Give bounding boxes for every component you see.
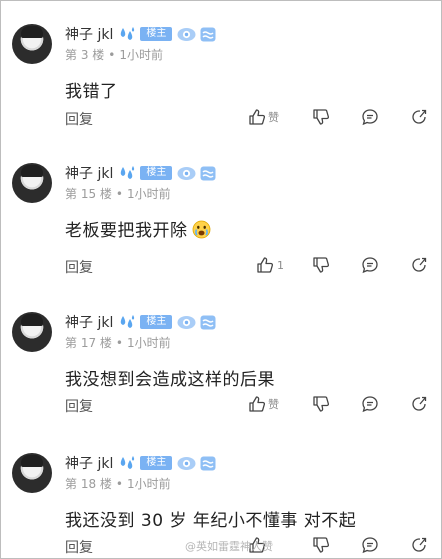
- like-count: 赞: [268, 111, 279, 124]
- share-icon: [412, 396, 427, 411]
- username[interactable]: 神子 jkl: [65, 453, 113, 473]
- wave-badge-icon: [200, 315, 216, 329]
- avatar[interactable]: [12, 453, 52, 493]
- comment-text: 我还没到 30 岁 年纪小不懂事 对不起: [65, 511, 357, 531]
- share-icon: [412, 257, 427, 272]
- water-drops-icon: [121, 166, 135, 179]
- meta-separator: •: [115, 336, 123, 350]
- level-eye-icon: [177, 27, 196, 41]
- level-eye-icon: [177, 315, 196, 329]
- comment-meta: 第 15 楼 • 1小时前: [65, 185, 171, 202]
- comment-icon: [362, 396, 378, 413]
- wave-badge-icon: [200, 27, 216, 41]
- comment-meta: 第 3 楼 • 1小时前: [65, 46, 163, 63]
- comment-meta: 第 17 楼 • 1小时前: [65, 334, 171, 351]
- share-icon: [412, 537, 427, 552]
- timestamp: 1小时前: [119, 48, 163, 62]
- thumbs-up-icon: [249, 109, 266, 125]
- owner-badge: 楼主: [140, 456, 173, 470]
- comment-button[interactable]: [361, 108, 379, 126]
- avatar[interactable]: [12, 24, 52, 64]
- timestamp: 1小时前: [126, 477, 171, 491]
- thumbs-up-icon: [249, 396, 266, 412]
- thumbs-up-icon: [257, 257, 274, 273]
- thumbs-down-icon: [313, 257, 330, 273]
- comment-item: 神子 jkl 楼主 第 15 楼 • 1小时前 老板要把我开除 回复 1: [0, 156, 442, 296]
- comment-text: 我没想到会造成这样的后果: [65, 370, 275, 390]
- like-button[interactable]: 赞: [248, 108, 279, 126]
- comment-icon: [362, 537, 378, 554]
- comment-button[interactable]: [361, 536, 379, 554]
- level-eye-icon: [177, 456, 196, 470]
- like-count: 1: [277, 258, 284, 272]
- thumbs-down-icon: [313, 109, 330, 125]
- avatar[interactable]: [12, 163, 52, 203]
- comment-icon: [362, 257, 378, 274]
- timestamp: 1小时前: [126, 187, 171, 201]
- dislike-button[interactable]: [312, 536, 330, 554]
- comment-text: 我错了: [65, 82, 118, 102]
- comment-button[interactable]: [361, 256, 379, 274]
- comment-item: 神子 jkl 楼主 第 3 楼 • 1小时前 我错了 回复 赞: [0, 17, 442, 152]
- share-icon: [412, 109, 427, 124]
- reply-button[interactable]: 回复: [65, 257, 93, 277]
- dislike-button[interactable]: [312, 395, 330, 413]
- comment-text: 老板要把我开除: [65, 216, 211, 241]
- floor-number: 第 3 楼: [65, 48, 105, 62]
- like-count: 赞: [268, 398, 279, 411]
- username[interactable]: 神子 jkl: [65, 312, 113, 332]
- crying-face-icon: [192, 220, 210, 239]
- owner-badge: 楼主: [140, 315, 173, 329]
- reply-button[interactable]: 回复: [65, 537, 93, 557]
- floor-number: 第 17 楼: [65, 336, 112, 350]
- share-button[interactable]: [410, 395, 428, 413]
- comment-icon: [362, 109, 378, 126]
- dislike-button[interactable]: [312, 108, 330, 126]
- reply-button[interactable]: 回复: [65, 396, 93, 416]
- meta-separator: •: [115, 187, 123, 201]
- level-eye-icon: [177, 166, 196, 180]
- comment-item: 神子 jkl 楼主 第 17 楼 • 1小时前 我没想到会造成这样的后果 回复 赞: [0, 305, 442, 425]
- comment-button[interactable]: [361, 395, 379, 413]
- avatar[interactable]: [12, 312, 52, 352]
- comment-meta: 第 18 楼 • 1小时前: [65, 475, 171, 492]
- comment-text-body: 老板要把我开除: [65, 221, 188, 241]
- username[interactable]: 神子 jkl: [65, 163, 113, 183]
- meta-separator: •: [108, 48, 116, 62]
- share-button[interactable]: [410, 256, 428, 274]
- timestamp: 1小时前: [126, 336, 171, 350]
- wave-badge-icon: [200, 456, 216, 470]
- thumbs-down-icon: [313, 396, 330, 412]
- share-button[interactable]: [410, 536, 428, 554]
- username[interactable]: 神子 jkl: [65, 24, 113, 44]
- meta-separator: •: [115, 477, 123, 491]
- like-button[interactable]: 1: [256, 256, 284, 274]
- reply-button[interactable]: 回复: [65, 109, 93, 129]
- watermark: @英如雷霆神人赞: [185, 540, 273, 553]
- thumbs-down-icon: [313, 537, 330, 553]
- water-drops-icon: [121, 315, 135, 328]
- dislike-button[interactable]: [312, 256, 330, 274]
- owner-badge: 楼主: [140, 27, 173, 41]
- water-drops-icon: [121, 456, 135, 469]
- wave-badge-icon: [200, 166, 216, 180]
- like-button[interactable]: 赞: [248, 395, 279, 413]
- floor-number: 第 18 楼: [65, 477, 112, 491]
- water-drops-icon: [121, 27, 135, 40]
- share-button[interactable]: [410, 108, 428, 126]
- floor-number: 第 15 楼: [65, 187, 112, 201]
- owner-badge: 楼主: [140, 166, 173, 180]
